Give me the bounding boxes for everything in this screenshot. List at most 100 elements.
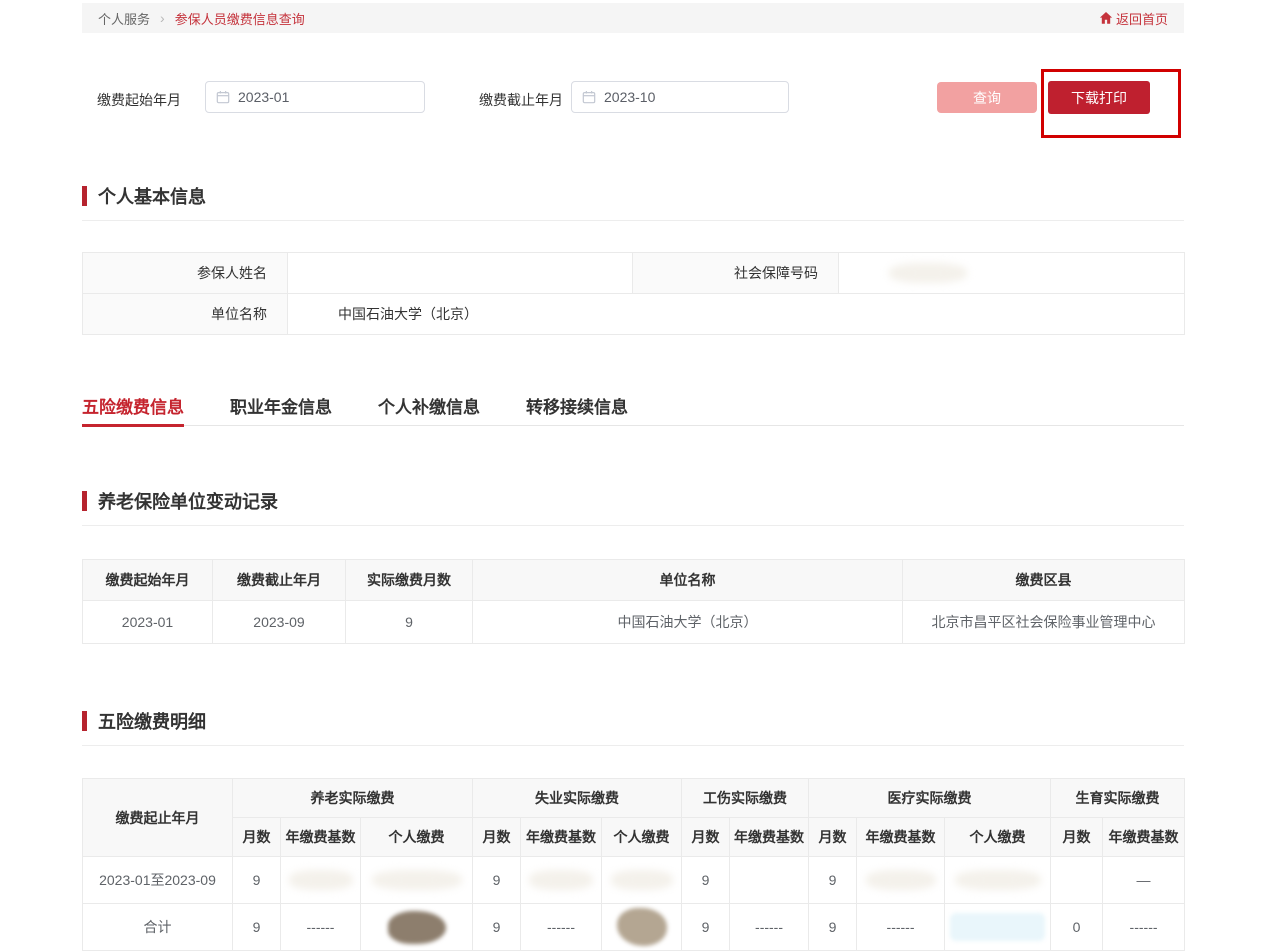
detail-period-cell: 合计 [83,904,233,951]
detail-cell [361,904,473,951]
section-basic-info-header: 个人基本信息 [82,183,1184,221]
table-cell: 中国石油大学（北京） [473,601,903,644]
detail-cell: — [1103,857,1185,904]
detail-cell: 9 [682,857,730,904]
insurance-tabs: 五险缴费信息 职业年金信息 个人补缴信息 转移接续信息 [82,393,1184,426]
table-row: 参保人姓名 社会保障号码 [83,253,1185,294]
detail-cell: ------ [1103,904,1185,951]
detail-cell [521,857,602,904]
section-accent-bar [82,186,87,206]
section-payment-detail-header: 五险缴费明细 [82,708,1184,746]
query-button[interactable]: 查询 [937,82,1037,113]
column-header: 缴费起始年月 [83,560,213,601]
payment-detail-section-title: 五险缴费明细 [98,708,206,734]
end-month-input[interactable]: 2023-10 [571,81,789,113]
column-header: 月数 [473,818,521,857]
detail-cell [602,904,682,951]
redaction-smudge [529,870,593,890]
detail-cell: 9 [809,857,857,904]
table-cell: 2023-09 [213,601,346,644]
detail-cell: ------ [521,904,602,951]
column-header: 年缴费基数 [281,818,361,857]
detail-cell [945,857,1051,904]
column-header: 缴费区县 [903,560,1185,601]
redaction-smudge [950,913,1045,941]
table-row: 2023-01 2023-09 9 中国石油大学（北京） 北京市昌平区社会保险事… [83,601,1185,644]
detail-cell: ------ [730,904,809,951]
redaction-smudge [611,870,673,890]
start-month-input[interactable]: 2023-01 [205,81,425,113]
calendar-icon [582,90,596,104]
name-value-cell [288,253,633,294]
detail-cell: 9 [233,857,281,904]
detail-cell: 9 [809,904,857,951]
group-header-unemployment: 失业实际缴费 [473,779,682,818]
table-row: 单位名称 中国石油大学（北京） [83,294,1185,335]
redaction-smudge [372,870,462,890]
column-header: 年缴费基数 [730,818,809,857]
breadcrumb-current: 参保人员缴费信息查询 [175,9,305,28]
name-label-cell: 参保人姓名 [83,253,288,294]
group-header-pension: 养老实际缴费 [233,779,473,818]
start-month-value: 2023-01 [238,89,289,105]
column-header: 个人缴费 [361,818,473,857]
detail-cell [602,857,682,904]
column-header: 年缴费基数 [521,818,602,857]
table-row: 合计 9 ------ 9 ------ 9 ------ 9 ------ 0… [83,904,1185,951]
column-header: 年缴费基数 [857,818,945,857]
detail-cell [1051,857,1103,904]
table-group-header-row: 缴费起止年月 养老实际缴费 失业实际缴费 工伤实际缴费 医疗实际缴费 生育实际缴… [83,779,1185,818]
redaction-smudge [617,908,667,946]
column-header: 实际缴费月数 [346,560,473,601]
detail-period-cell: 2023-01至2023-09 [83,857,233,904]
breadcrumb-separator: › [160,10,165,26]
breadcrumb: 个人服务 › 参保人员缴费信息查询 返回首页 [82,3,1184,33]
table-cell: 2023-01 [83,601,213,644]
calendar-icon [216,90,230,104]
basic-info-section-title: 个人基本信息 [98,183,206,209]
column-header: 缴费截止年月 [213,560,346,601]
return-home-link[interactable]: 返回首页 [1099,9,1168,28]
tab-transfer-continuation[interactable]: 转移接续信息 [526,393,628,425]
table-cell: 北京市昌平区社会保险事业管理中心 [903,601,1185,644]
table-subheader-row: 月数 年缴费基数 个人缴费 月数 年缴费基数 个人缴费 月数 年缴费基数 月数 … [83,818,1185,857]
period-column-header: 缴费起止年月 [83,779,233,857]
download-print-button[interactable]: 下载打印 [1048,81,1150,114]
detail-cell: 9 [473,857,521,904]
employer-label-cell: 单位名称 [83,294,288,335]
column-header: 个人缴费 [945,818,1051,857]
ssn-label-cell: 社会保障号码 [633,253,839,294]
detail-cell [361,857,473,904]
tab-five-insurance-payment[interactable]: 五险缴费信息 [82,393,184,425]
column-header: 个人缴费 [602,818,682,857]
table-row: 2023-01至2023-09 9 9 9 9 — [83,857,1185,904]
tab-personal-supplement[interactable]: 个人补缴信息 [378,393,480,425]
detail-cell: ------ [281,904,361,951]
detail-cell: 0 [1051,904,1103,951]
detail-cell: 9 [473,904,521,951]
detail-cell: 9 [233,904,281,951]
column-header: 年缴费基数 [1103,818,1185,857]
section-pension-change-header: 养老保险单位变动记录 [82,488,1184,526]
group-header-injury: 工伤实际缴费 [682,779,809,818]
redaction-smudge [388,911,446,944]
redaction-smudge [289,870,353,890]
breadcrumb-parent-link[interactable]: 个人服务 [98,9,150,28]
payment-detail-table: 缴费起止年月 养老实际缴费 失业实际缴费 工伤实际缴费 医疗实际缴费 生育实际缴… [82,778,1185,951]
detail-cell [945,904,1051,951]
table-cell: 9 [346,601,473,644]
section-accent-bar [82,711,87,731]
insured-payment-query-page: 个人服务 › 参保人员缴费信息查询 返回首页 缴费起始年月 2023-01 缴费… [0,0,1284,952]
detail-cell [730,857,809,904]
redaction-smudge [889,263,967,283]
table-header-row: 缴费起始年月 缴费截止年月 实际缴费月数 单位名称 缴费区县 [83,560,1185,601]
group-header-maternity: 生育实际缴费 [1051,779,1185,818]
return-home-label: 返回首页 [1116,9,1168,28]
detail-cell: ------ [857,904,945,951]
detail-cell: 9 [682,904,730,951]
home-icon [1099,11,1113,25]
pension-change-table: 缴费起始年月 缴费截止年月 实际缴费月数 单位名称 缴费区县 2023-01 2… [82,559,1185,644]
tab-occupational-annuity[interactable]: 职业年金信息 [230,393,332,425]
column-header: 月数 [1051,818,1103,857]
column-header: 月数 [809,818,857,857]
